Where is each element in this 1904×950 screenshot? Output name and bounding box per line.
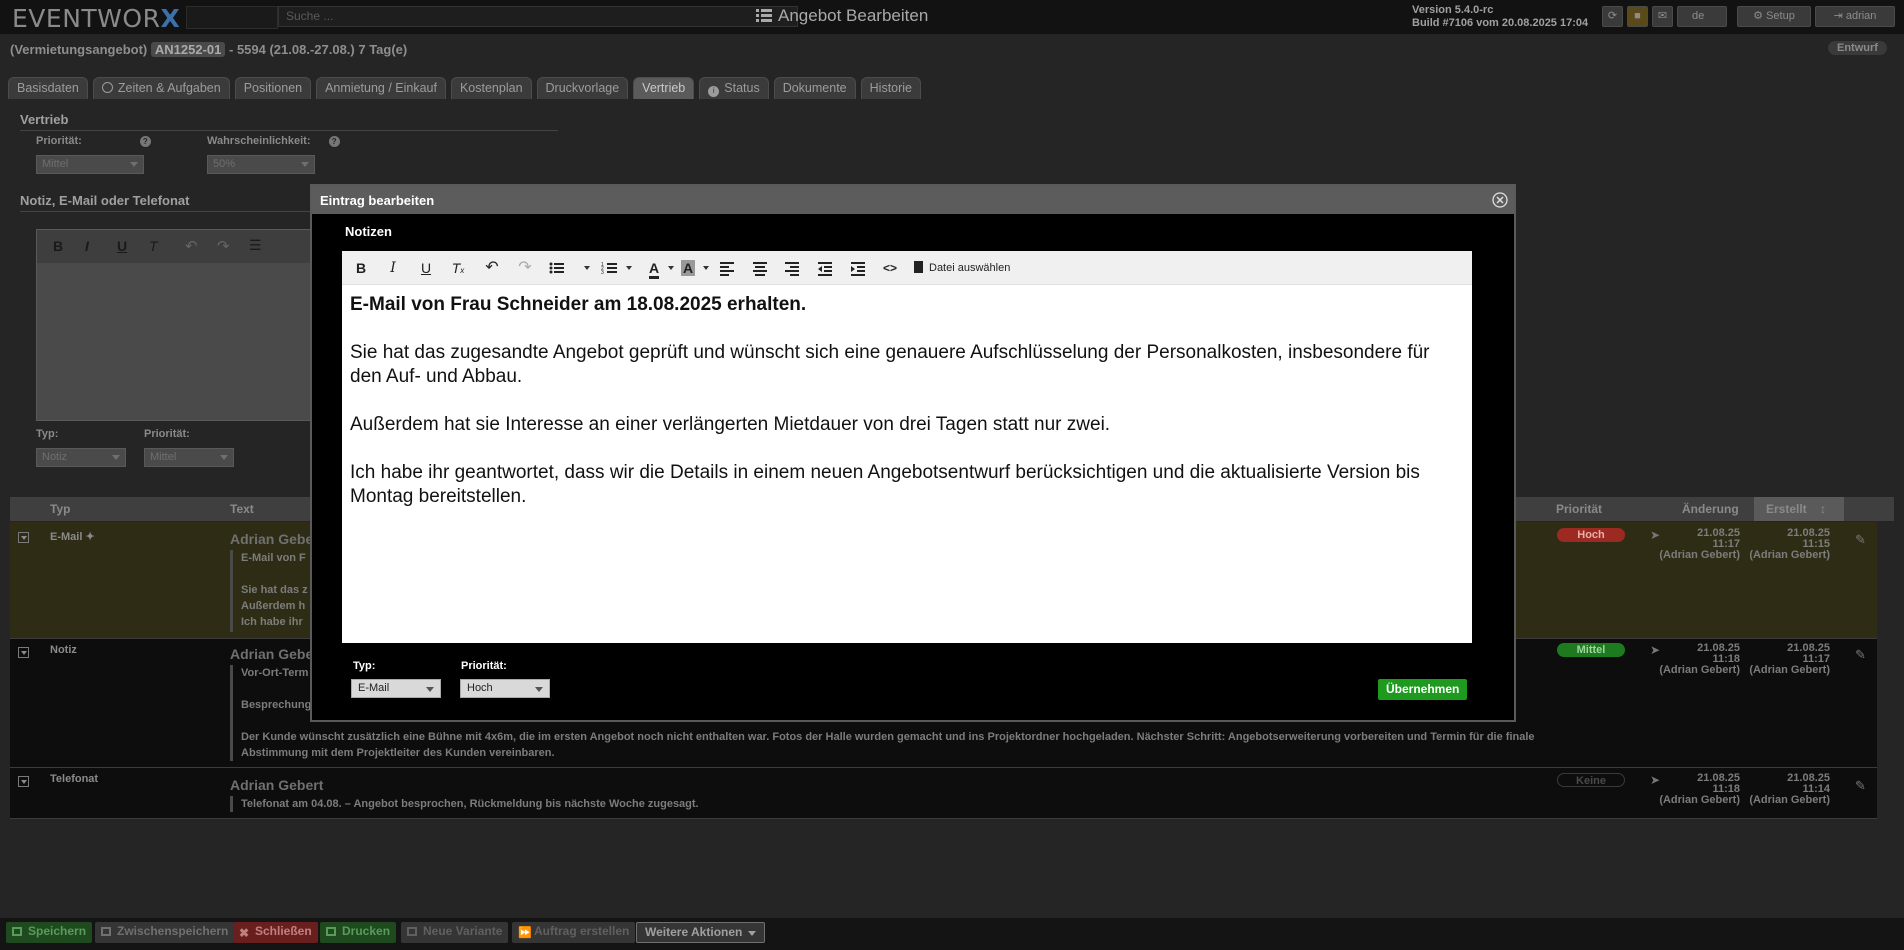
align-right-icon[interactable] <box>783 259 801 277</box>
chevron-down-icon <box>535 687 543 692</box>
content-paragraph: Außerdem hat sie Interesse an einer verl… <box>350 414 1111 435</box>
bold-icon[interactable]: B <box>352 259 370 277</box>
dialog-title: Eintrag bearbeiten <box>320 193 435 208</box>
editor-toolbar: B I U Tx ↶ ↷ 123 A A <> Datei auswählen <box>342 251 1472 285</box>
rich-text-editor[interactable]: B I U Tx ↶ ↷ 123 A A <> Datei auswählen … <box>342 251 1472 643</box>
modal-priority-value: Hoch <box>467 682 493 694</box>
align-left-icon[interactable] <box>718 259 736 277</box>
code-icon[interactable]: <> <box>881 259 899 277</box>
chevron-down-icon[interactable] <box>703 266 709 270</box>
clear-format-icon[interactable]: Tx <box>449 259 467 277</box>
chevron-down-icon[interactable] <box>668 266 674 270</box>
edit-entry-dialog: Eintrag bearbeiten Notizen B I U Tx ↶ ↷ … <box>310 184 1516 722</box>
align-center-icon[interactable] <box>751 259 769 277</box>
modal-type-select[interactable]: E-Mail <box>351 679 441 698</box>
file-select-label: Datei auswählen <box>929 262 1011 274</box>
bullet-list-icon[interactable] <box>548 259 566 277</box>
file-select-button[interactable]: Datei auswählen <box>914 260 1010 276</box>
chevron-down-icon <box>426 687 434 692</box>
italic-icon[interactable]: I <box>384 259 402 277</box>
chevron-down-icon[interactable] <box>584 266 590 270</box>
content-paragraph: Sie hat das zugesandte Angebot geprüft u… <box>350 342 1430 387</box>
undo-icon[interactable]: ↶ <box>483 259 501 277</box>
apply-button[interactable]: Übernehmen <box>1378 679 1468 700</box>
svg-text:3: 3 <box>601 270 604 276</box>
file-icon <box>914 261 923 273</box>
chevron-down-icon[interactable] <box>626 266 632 270</box>
modal-type-label: Typ: <box>353 660 376 672</box>
editor-content[interactable]: E-Mail von Frau Schneider am 18.08.2025 … <box>350 293 1450 533</box>
underline-icon[interactable]: U <box>417 259 435 277</box>
outdent-icon[interactable] <box>816 259 834 277</box>
notes-label: Notizen <box>345 224 392 239</box>
close-icon[interactable] <box>1492 192 1508 208</box>
bg-color-icon[interactable]: A <box>679 259 697 277</box>
modal-priority-select[interactable]: Hoch <box>460 679 550 698</box>
content-paragraph: Ich habe ihr geantwortet, dass wir die D… <box>350 462 1420 507</box>
indent-icon[interactable] <box>849 259 867 277</box>
content-paragraph: E-Mail von Frau Schneider am 18.08.2025 … <box>350 294 807 315</box>
modal-type-value: E-Mail <box>358 682 390 694</box>
text-color-icon[interactable]: A <box>645 259 663 279</box>
modal-priority-label: Priorität: <box>461 660 507 672</box>
numbered-list-icon[interactable]: 123 <box>601 259 619 277</box>
redo-icon[interactable]: ↷ <box>516 259 534 277</box>
dialog-titlebar <box>312 186 1514 214</box>
